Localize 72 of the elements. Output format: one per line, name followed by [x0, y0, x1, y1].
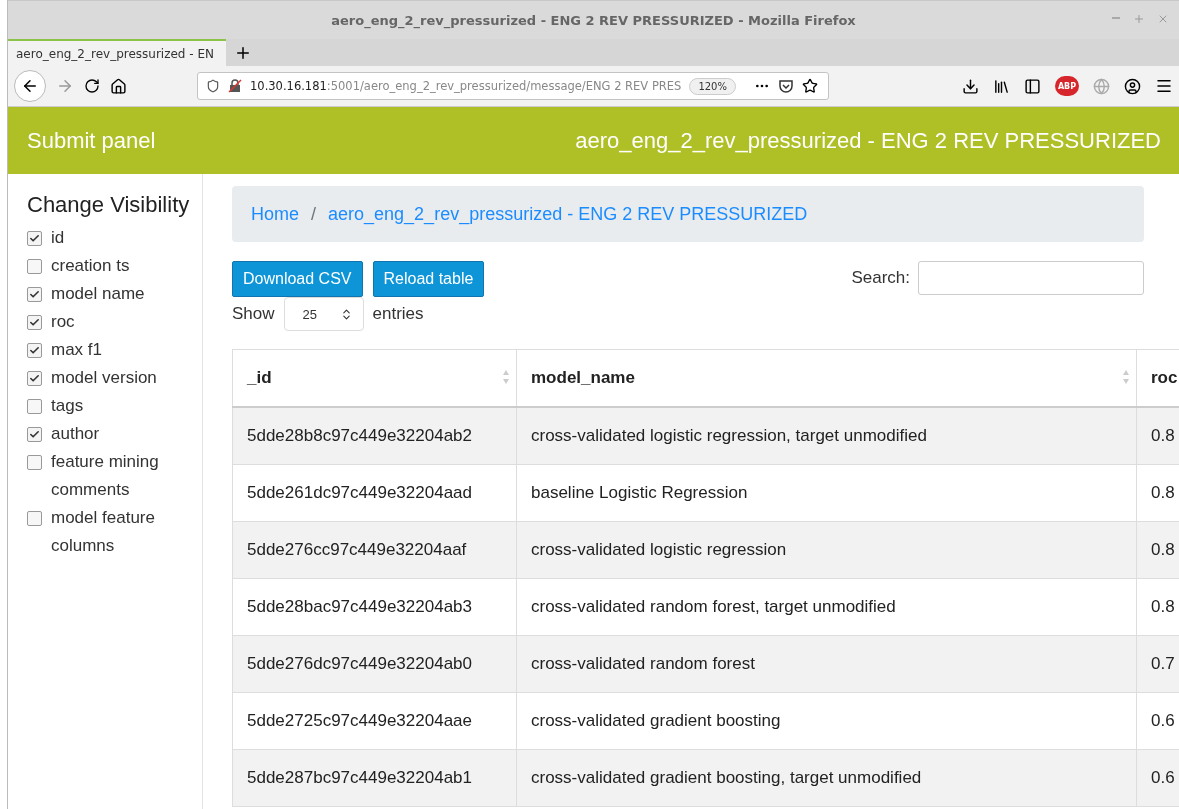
pocket-icon[interactable] [778, 78, 794, 94]
sidebar-icon[interactable] [1024, 77, 1041, 95]
insecure-lock-icon [228, 79, 242, 93]
table-cell: cross-validated gradient boosting [516, 692, 1137, 750]
sidebar-title: Change Visibility [27, 192, 191, 218]
table-cell: 5dde276dc97c449e32204ab0 [232, 635, 517, 693]
address-bar[interactable]: 10.30.16.181:5001/aero_eng_2_rev_pressurized/message/ENG 2 REV PRES 120% [197, 72, 829, 100]
checkbox[interactable] [27, 343, 42, 358]
checkbox[interactable] [27, 315, 42, 330]
window-title: aero_eng_2_rev_pressurized - ENG 2 REV PRESSURIZED - Mozilla Firefox [331, 12, 856, 28]
checkbox-label: model name [51, 283, 145, 305]
table-cell: cross-validated logistic regression [516, 521, 1137, 579]
entries-label: entries [372, 304, 424, 324]
table-cell: baseline Logistic Regression [516, 464, 1137, 522]
table-cell: 5dde2725c97c449e32204aae [232, 692, 517, 750]
table-cell: cross-validated random forest, target unmodified [516, 578, 1137, 636]
table-cell: 5dde28bac97c449e32204ab3 [232, 578, 517, 636]
adblock-badge[interactable]: ABP [1055, 76, 1079, 96]
checkbox-label: roc [51, 311, 75, 333]
checkbox-label: id [51, 227, 65, 249]
checkbox[interactable] [27, 511, 42, 526]
check-icon [29, 289, 40, 300]
table-cell: 0.7 [1136, 635, 1179, 693]
checkbox[interactable] [27, 399, 42, 414]
zoom-level[interactable]: 120% [689, 77, 736, 95]
checkbox[interactable] [27, 427, 42, 442]
account-icon[interactable] [1124, 77, 1141, 95]
download-icon[interactable] [962, 77, 979, 95]
checkbox[interactable] [27, 371, 42, 386]
search-field[interactable] [918, 261, 1144, 295]
show-label: Show [232, 304, 275, 324]
checkbox[interactable] [27, 455, 42, 470]
table-cell: cross-validated gradient boosting, target unmodified [516, 749, 1137, 807]
checkbox-label: model version [51, 367, 157, 389]
table-cell: 5dde28b8c97c449e32204ab2 [232, 407, 517, 465]
check-icon [29, 345, 40, 356]
table-cell: 0.6 [1136, 692, 1179, 750]
table-cell: 0.8 [1136, 578, 1179, 636]
checkbox[interactable] [27, 259, 42, 274]
table-cell: cross-validated logistic regression, target unmodified [516, 407, 1137, 465]
check-icon [29, 317, 40, 328]
checkbox-label: tags [51, 395, 84, 417]
table-cell: 5dde276cc97c449e32204aaf [232, 521, 517, 579]
check-icon [29, 429, 40, 440]
home-icon[interactable] [110, 77, 127, 95]
breadcrumb-separator: / [311, 203, 317, 225]
page-title: aero_eng_2_rev_pressurized - ENG 2 REV PRESSURIZED [575, 127, 1161, 154]
table-cell: 0.8 [1136, 521, 1179, 579]
url-text: 10.30.16.181:5001/aero_eng_2_rev_pressurized/message/ENG 2 REV PRES [250, 79, 682, 93]
table-cell: 5dde261dc97c449e32204aad [232, 464, 517, 522]
bookmark-star-icon[interactable] [802, 78, 818, 94]
checkbox-label: max f1 [51, 339, 103, 361]
check-icon [29, 233, 40, 244]
table-cell: 0.8 [1136, 407, 1179, 465]
checkbox[interactable] [27, 231, 42, 246]
check-icon [29, 373, 40, 384]
shield-icon [206, 79, 220, 93]
browser-tab[interactable]: aero_eng_2_rev_pressurized - EN [8, 39, 226, 66]
entries-select[interactable]: 25 [283, 297, 364, 331]
library-icon[interactable] [993, 77, 1010, 95]
reload-icon[interactable] [84, 78, 100, 94]
search-label: Search: [851, 268, 910, 288]
checkbox-label: creation ts [51, 255, 130, 277]
menu-icon[interactable] [1155, 77, 1173, 95]
checkbox[interactable] [27, 287, 42, 302]
table-cell: 0.8 [1136, 464, 1179, 522]
checkbox-label: author [51, 423, 100, 445]
table-cell: 5dde287bc97c449e32204ab1 [232, 749, 517, 807]
back-button[interactable] [14, 70, 46, 102]
checkbox-label: model feature columns [51, 507, 156, 557]
table-cell: 0.6 [1136, 749, 1179, 807]
table-cell: cross-validated random forest [516, 635, 1137, 693]
